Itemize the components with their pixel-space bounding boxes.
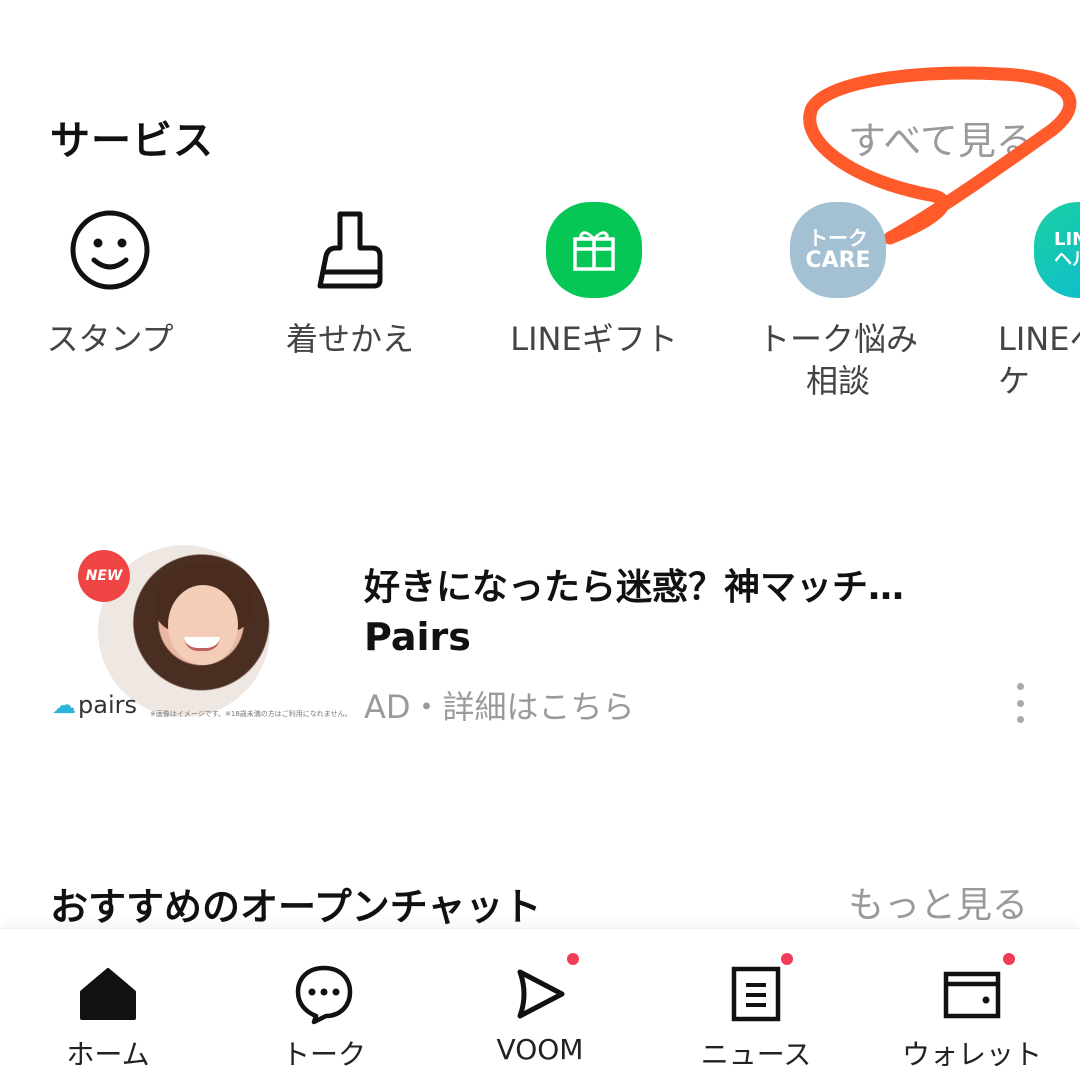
- service-line-gift[interactable]: LINEギフト: [484, 200, 704, 360]
- cloud-icon: ☁: [52, 691, 76, 719]
- voom-icon: [505, 951, 581, 1029]
- pairs-logo: ☁ pairs: [52, 691, 137, 719]
- home-screen: サービス すべて見る スタンプ 着せかえ LINEギフト トーク CARE トー…: [0, 0, 1080, 1092]
- nav-label: ニュース: [700, 1038, 812, 1071]
- service-label: トーク悩み 相談: [757, 320, 918, 400]
- notification-dot: [779, 951, 795, 967]
- nav-home[interactable]: ホーム: [0, 959, 216, 1073]
- talk-care-icon-text: CARE: [805, 247, 871, 273]
- ad-details-link[interactable]: AD・詳細はこちら: [364, 682, 635, 728]
- talk-care-icon: トーク CARE: [788, 200, 888, 300]
- nav-news[interactable]: ニュース: [648, 951, 864, 1073]
- chat-icon: [289, 959, 359, 1029]
- line-health-icon-text: ヘルス: [1054, 249, 1080, 270]
- gift-icon: [544, 200, 644, 300]
- ad-fine-print: ※画像はイメージです。※18歳未満の方はご利用になれません。: [150, 710, 352, 718]
- service-label: 着せかえ: [285, 320, 414, 358]
- service-label: LINEヘ ケ: [998, 320, 1080, 400]
- service-talk-care[interactable]: トーク CARE トーク悩み 相談: [728, 200, 948, 402]
- nav-wallet[interactable]: ウォレット: [864, 951, 1080, 1073]
- nav-voom[interactable]: VOOM: [432, 951, 648, 1066]
- home-icon: [73, 959, 143, 1029]
- wallet-icon: [937, 951, 1017, 1029]
- service-theme[interactable]: 着せかえ: [240, 200, 460, 360]
- nav-label: VOOM: [496, 1033, 584, 1066]
- brush-icon: [300, 200, 400, 300]
- service-label: スタンプ: [46, 320, 174, 358]
- ad-brand[interactable]: Pairs: [364, 615, 471, 659]
- nav-talk[interactable]: トーク: [216, 959, 432, 1073]
- smiley-icon: [60, 200, 160, 300]
- pairs-logo-text: pairs: [78, 691, 137, 719]
- notification-dot: [565, 951, 581, 967]
- nav-label: ウォレット: [901, 1038, 1042, 1071]
- talk-care-icon-text: トーク: [808, 225, 868, 250]
- open-chat-title: おすすめのオープンチャット: [50, 885, 542, 929]
- more-link[interactable]: もっと見る: [848, 876, 1028, 928]
- service-stamp[interactable]: スタンプ: [0, 200, 220, 360]
- news-icon: [721, 951, 795, 1029]
- notification-dot: [1001, 951, 1017, 967]
- see-all-link[interactable]: すべて見る: [848, 110, 1034, 165]
- ad-title[interactable]: 好きになったら迷惑？神マッチ…: [364, 558, 904, 610]
- service-line-health[interactable]: LIN ヘルス LINEヘ ケ: [972, 200, 1080, 402]
- line-health-icon-text: LIN: [1054, 229, 1080, 251]
- nav-label: ホーム: [66, 1038, 150, 1071]
- ad-thumbnail[interactable]: NEW ☁ pairs ※画像はイメージです。※18歳未満の方はご利用になれませ…: [50, 545, 352, 725]
- line-health-icon: LIN ヘルス: [1032, 200, 1080, 300]
- new-badge: NEW: [78, 550, 130, 602]
- service-label: LINEギフト: [510, 320, 678, 358]
- nav-label: トーク: [281, 1038, 366, 1071]
- more-options-icon[interactable]: [1008, 683, 1032, 723]
- bottom-navigation: ホーム トーク VOOM ニュース ウォレット: [0, 928, 1080, 1092]
- services-title: サービス: [50, 118, 214, 164]
